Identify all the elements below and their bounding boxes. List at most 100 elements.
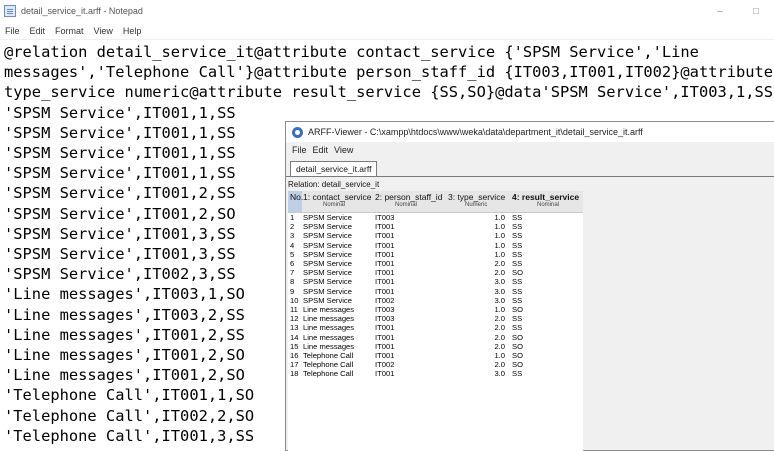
cell-result-service: SS <box>512 259 523 268</box>
cell-result-service: SO <box>512 341 523 351</box>
table-row[interactable]: 3 SPSM Service IT001 1.0 SS <box>288 231 583 240</box>
cell-person-staff-id: IT001 <box>375 240 395 250</box>
table-row[interactable]: 14 Line messages IT001 2.0 SO <box>288 333 583 342</box>
maximize-button[interactable]: □ <box>738 0 774 22</box>
cell-contact-service: Telephone Call <box>303 369 354 379</box>
cell-no: 17 <box>290 360 299 370</box>
cell-no: 1 <box>290 213 295 222</box>
text-line: 'SPSM Service',IT001,1,SS <box>4 103 236 122</box>
header-type-service-type: Numeric <box>465 202 488 208</box>
cell-result-service: SS <box>512 286 523 296</box>
cell-person-staff-id: IT001 <box>375 286 395 296</box>
cell-type-service: 1.0 <box>494 240 505 250</box>
menu-help[interactable]: Help <box>118 26 147 36</box>
cell-person-staff-id: IT002 <box>375 295 395 305</box>
cell-contact-service: Telephone Call <box>303 360 354 370</box>
header-result-service[interactable]: 4: result_service Nominal <box>512 191 582 212</box>
cell-no: 14 <box>290 332 299 342</box>
minimize-button[interactable]: – <box>702 0 738 22</box>
cell-contact-service: SPSM Service <box>303 295 352 305</box>
cell-type-service: 2.0 <box>494 259 505 268</box>
cell-no: 7 <box>290 268 295 278</box>
table-row[interactable]: 12 Line messages IT003 2.0 SS <box>288 314 583 323</box>
viewer-menu-file[interactable]: File <box>286 145 310 155</box>
cell-contact-service: Line messages <box>303 314 355 324</box>
cell-result-service: SO <box>512 351 523 360</box>
cell-contact-service: SPSM Service <box>303 268 352 278</box>
cell-type-service: 1.0 <box>494 351 505 360</box>
table-row[interactable]: 13 Line messages IT001 2.0 SS <box>288 323 583 332</box>
cell-person-staff-id: IT001 <box>375 369 395 379</box>
cell-person-staff-id: IT002 <box>375 360 395 370</box>
menu-file[interactable]: File <box>0 26 25 36</box>
header-contact-service-label: 1: contact_service <box>303 192 372 202</box>
cell-type-service: 1.0 <box>494 222 505 232</box>
table-row[interactable]: 16 Telephone Call IT001 1.0 SO <box>288 351 583 360</box>
header-person-staff-id[interactable]: 2: person_staff_id Nominal <box>375 191 447 212</box>
table-row[interactable]: 17 Telephone Call IT002 2.0 SO <box>288 360 583 369</box>
cell-type-service: 2.0 <box>494 314 505 324</box>
cell-result-service: SS <box>512 369 523 379</box>
cell-type-service: 3.0 <box>494 369 505 379</box>
header-type-service-label: 3: type_service <box>448 192 506 202</box>
cell-contact-service: SPSM Service <box>303 231 352 241</box>
menu-format[interactable]: Format <box>50 26 89 36</box>
text-line: 'Telephone Call',IT002,2,SO <box>4 406 255 425</box>
cell-no: 2 <box>290 222 295 232</box>
cell-contact-service: SPSM Service <box>303 249 352 259</box>
cell-no: 5 <box>290 249 295 259</box>
text-line: 'Line messages',IT001,2,SS <box>4 325 245 344</box>
menu-view[interactable]: View <box>89 26 118 36</box>
text-line: 'SPSM Service',IT002,3,SS <box>4 265 236 284</box>
cell-result-service: SO <box>512 360 523 370</box>
table-row[interactable]: 1 SPSM Service IT003 1.0 SS <box>288 213 583 222</box>
header-type-service[interactable]: 3: type_service Numeric <box>448 191 510 212</box>
cell-no: 9 <box>290 286 295 296</box>
cell-person-staff-id: IT001 <box>375 341 395 351</box>
viewer-titlebar[interactable]: ARFF-Viewer - C:\xampp\htdocs\www\weka\d… <box>286 122 774 142</box>
cell-person-staff-id: IT001 <box>375 231 395 241</box>
cell-no: 11 <box>290 305 298 314</box>
header-no[interactable]: No. <box>288 191 303 212</box>
table-row[interactable]: 6 SPSM Service IT001 2.0 SS <box>288 259 583 268</box>
cell-contact-service: SPSM Service <box>303 277 352 287</box>
cell-contact-service: SPSM Service <box>303 259 352 268</box>
cell-person-staff-id: IT001 <box>375 332 395 342</box>
cell-no: 13 <box>290 323 299 333</box>
cell-no: 4 <box>290 240 295 250</box>
weka-icon <box>292 126 303 138</box>
table-row[interactable]: 2 SPSM Service IT001 1.0 SS <box>288 222 583 231</box>
table-row[interactable]: 11 Line messages IT003 1.0 SO <box>288 305 583 314</box>
table-row[interactable]: 18 Telephone Call IT001 3.0 SS <box>288 369 583 378</box>
viewer-title: ARFF-Viewer - C:\xampp\htdocs\www\weka\d… <box>308 127 643 137</box>
table-row[interactable]: 10 SPSM Service IT002 3.0 SS <box>288 296 583 305</box>
cell-type-service: 1.0 <box>494 305 505 314</box>
notepad-titlebar[interactable]: detail_service_it.arff - Notepad – □ <box>0 0 774 22</box>
cell-result-service: SS <box>512 277 523 287</box>
table-row[interactable]: 9 SPSM Service IT001 3.0 SS <box>288 287 583 296</box>
cell-result-service: SS <box>512 222 523 232</box>
table-row[interactable]: 4 SPSM Service IT001 1.0 SS <box>288 241 583 250</box>
text-line: 'SPSM Service',IT001,3,SS <box>4 245 236 264</box>
cell-result-service: SO <box>512 332 523 342</box>
cell-no: 12 <box>290 314 299 324</box>
text-line: 'Line messages',IT001,2,SO <box>4 346 245 365</box>
viewer-menu-edit[interactable]: Edit <box>310 145 332 155</box>
cell-person-staff-id: IT003 <box>375 213 395 222</box>
menu-edit[interactable]: Edit <box>25 26 51 36</box>
header-contact-service[interactable]: 1: contact_service Nominal <box>303 191 373 212</box>
cell-result-service: SS <box>512 240 523 250</box>
data-table[interactable]: No. 1: contact_service Nominal 2: person… <box>288 191 583 451</box>
table-row[interactable]: 15 Line messages IT001 2.0 SO <box>288 342 583 351</box>
viewer-menu-view[interactable]: View <box>331 145 356 155</box>
table-row[interactable]: 8 SPSM Service IT001 3.0 SS <box>288 277 583 286</box>
table-row[interactable]: 5 SPSM Service IT001 1.0 SS <box>288 250 583 259</box>
cell-person-staff-id: IT001 <box>375 323 395 333</box>
text-line: @relation detail_service_it@attribute co… <box>4 43 699 61</box>
cell-contact-service: SPSM Service <box>303 286 352 296</box>
text-line: 'SPSM Service',IT001,1,SS <box>4 123 236 142</box>
cell-type-service: 2.0 <box>494 323 505 333</box>
text-line: 'SPSM Service',IT001,1,SS <box>4 164 236 183</box>
table-row[interactable]: 7 SPSM Service IT001 2.0 SO <box>288 268 583 277</box>
tab-detail-service-it[interactable]: detail_service_it.arff <box>290 161 378 176</box>
